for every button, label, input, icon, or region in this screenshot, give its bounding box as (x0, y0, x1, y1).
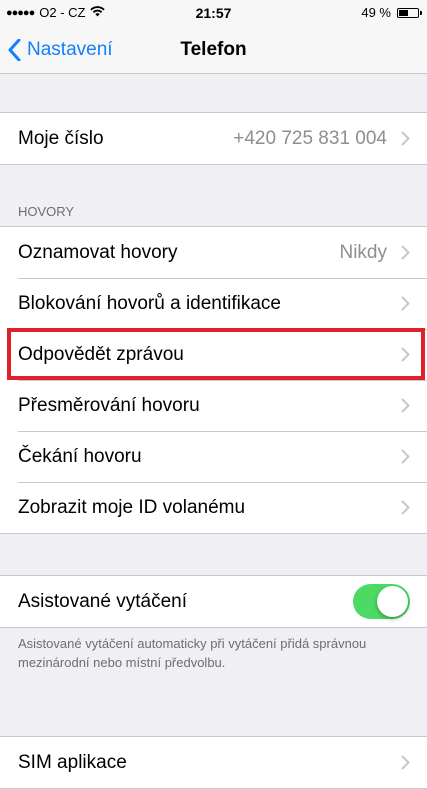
call-forwarding-row[interactable]: Přesměrování hovoru (0, 380, 427, 431)
section-header-calls: HOVORY (18, 204, 75, 219)
my-number-value: +420 725 831 004 (233, 127, 387, 149)
navigation-bar: Nastavení Telefon (0, 26, 427, 74)
battery-percent: 49 % (361, 5, 391, 20)
row-label: Oznamovat hovory (18, 241, 178, 263)
show-caller-id-row[interactable]: Zobrazit moje ID volanému (0, 482, 427, 533)
status-bar: ●●●●● O2 - CZ 21:57 49 % (0, 0, 427, 26)
row-label: Čekání hovoru (18, 445, 142, 467)
call-waiting-row[interactable]: Čekání hovoru (0, 431, 427, 482)
row-label: Blokování hovorů a identifikace (18, 292, 281, 314)
call-blocking-row[interactable]: Blokování hovorů a identifikace (0, 278, 427, 329)
chevron-right-icon (401, 755, 410, 770)
calls-group: Oznamovat hovory Nikdy Blokování hovorů … (0, 226, 427, 534)
status-right: 49 % (361, 5, 422, 20)
chevron-right-icon (401, 398, 410, 413)
row-label: Přesměrování hovoru (18, 394, 200, 416)
row-label: Asistované vytáčení (18, 590, 187, 612)
toggle-knob (377, 586, 408, 617)
row-label: SIM aplikace (18, 751, 127, 773)
assisted-dialing-footer: Asistované vytáčení automaticky při vytá… (18, 636, 367, 670)
battery-icon (397, 7, 422, 18)
chevron-right-icon (401, 449, 410, 464)
sim-group: SIM aplikace (0, 736, 427, 789)
my-number-group: Moje číslo +420 725 831 004 (0, 112, 427, 165)
row-value: Nikdy (339, 241, 387, 263)
chevron-right-icon (401, 296, 410, 311)
chevron-right-icon (401, 245, 410, 260)
chevron-right-icon (401, 131, 410, 146)
my-number-row[interactable]: Moje číslo +420 725 831 004 (0, 113, 427, 164)
chevron-right-icon (401, 500, 410, 515)
battery-fill (399, 9, 408, 16)
page-title: Telefon (180, 39, 247, 60)
assisted-dialing-group: Asistované vytáčení (0, 575, 427, 628)
row-label: Zobrazit moje ID volanému (18, 496, 246, 518)
announce-calls-row[interactable]: Oznamovat hovory Nikdy (0, 227, 427, 278)
sim-applications-row[interactable]: SIM aplikace (0, 737, 427, 788)
highlight-box (7, 328, 425, 380)
assisted-dialing-toggle[interactable] (353, 584, 410, 619)
my-number-label: Moje číslo (18, 127, 104, 149)
assisted-dialing-row: Asistované vytáčení (0, 576, 427, 627)
